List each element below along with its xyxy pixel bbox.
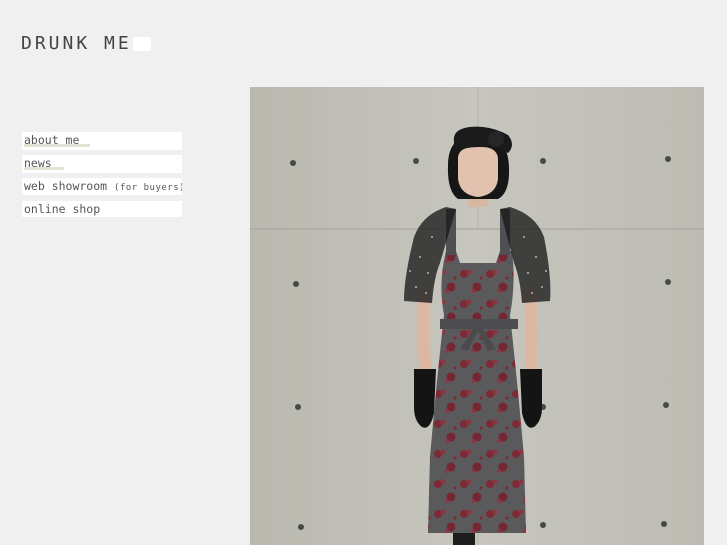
logo-text: DRUNK ME: [21, 33, 132, 54]
nav-news[interactable]: news: [22, 155, 182, 173]
nav-news-label: news: [24, 156, 52, 170]
nav-online-shop-label: online shop: [24, 202, 101, 216]
hero-photo: [250, 87, 704, 545]
nav-web-showroom-label: web showroom: [24, 179, 108, 193]
nav-about-me[interactable]: about me: [22, 132, 182, 150]
logo-bar-decoration: [133, 37, 151, 51]
page: DRUNK ME about me news web showroom (for…: [0, 0, 727, 545]
nav-about-me-label: about me: [24, 133, 80, 147]
model-photo-illustration: [250, 87, 704, 545]
nav-web-showroom[interactable]: web showroom (for buyers): [22, 178, 182, 195]
main-nav: about me news web showroom (for buyers) …: [22, 132, 182, 222]
nav-web-showroom-suffix: (for buyers): [114, 183, 182, 193]
nav-online-shop[interactable]: online shop: [22, 201, 182, 217]
site-logo[interactable]: DRUNK ME: [21, 33, 151, 54]
